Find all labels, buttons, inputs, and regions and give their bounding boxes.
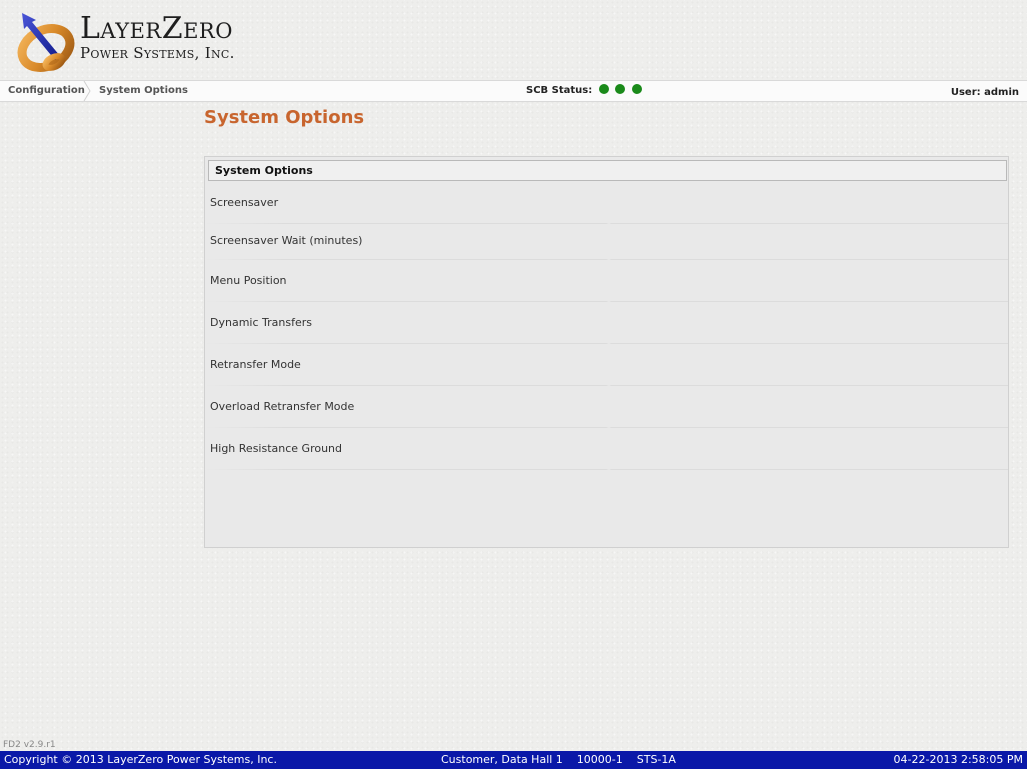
location-text: Customer, Data Hall 1 10000-1 STS-1A: [441, 753, 676, 766]
layerzero-logo-icon: [17, 13, 75, 72]
option-row-dynamic-transfers: Dynamic Transfers: [205, 302, 1008, 344]
scb-status-dot-2-icon: [615, 84, 626, 94]
system-options-panel: System Options Screensaver Screensaver W…: [204, 156, 1009, 548]
option-value-dynamic-transfers[interactable]: [615, 302, 1005, 344]
option-row-screensaver: Screensaver: [205, 182, 1008, 224]
option-label: Menu Position: [210, 274, 287, 287]
scb-status-dot-1-icon: [598, 84, 609, 94]
option-label: Retransfer Mode: [210, 358, 301, 371]
copyright-text: Copyright © 2013 LayerZero Power Systems…: [4, 753, 277, 766]
option-label: Screensaver Wait (minutes): [210, 234, 363, 247]
row-divider: [205, 469, 1008, 470]
option-row-screensaver-wait: Screensaver Wait (minutes): [205, 222, 1008, 260]
brand-name: LayerZero Power Systems, Inc.: [80, 14, 235, 61]
status-bar: Copyright © 2013 LayerZero Power Systems…: [0, 751, 1027, 769]
breadcrumb-system-options[interactable]: System Options: [99, 81, 188, 101]
scb-status: SCB Status:: [526, 81, 642, 101]
option-label: Screensaver: [210, 196, 279, 209]
datetime-text: 04-22-2013 2:58:05 PM: [893, 753, 1023, 766]
panel-header: System Options: [208, 160, 1007, 181]
nav-bar: Configuration System Options SCB Status:…: [0, 80, 1027, 102]
page-title: System Options: [204, 107, 365, 128]
option-label: Overload Retransfer Mode: [210, 400, 355, 413]
option-value-menu-position[interactable]: [615, 260, 1005, 302]
brand-logo: LayerZero Power Systems, Inc.: [14, 10, 274, 76]
breadcrumb-configuration[interactable]: Configuration: [8, 81, 85, 101]
brand-name-line1: LayerZero: [80, 11, 233, 46]
option-value-screensaver-wait[interactable]: [615, 222, 1005, 260]
option-value-screensaver[interactable]: [615, 182, 1005, 224]
scb-status-label: SCB Status:: [526, 85, 593, 96]
option-label: Dynamic Transfers: [210, 316, 312, 329]
option-row-retransfer-mode: Retransfer Mode: [205, 344, 1008, 386]
option-row-high-resistance-ground: High Resistance Ground: [205, 428, 1008, 470]
option-row-menu-position: Menu Position: [205, 260, 1008, 302]
brand-name-line2: Power Systems, Inc.: [80, 44, 235, 62]
option-row-overload-retransfer-mode: Overload Retransfer Mode: [205, 386, 1008, 428]
option-value-high-resistance-ground[interactable]: [615, 428, 1005, 470]
breadcrumb-separator-icon: [83, 81, 91, 101]
option-label: High Resistance Ground: [210, 442, 343, 455]
option-value-retransfer-mode[interactable]: [615, 344, 1005, 386]
scb-status-dot-3-icon: [631, 84, 642, 94]
option-value-overload-retransfer-mode[interactable]: [615, 386, 1005, 428]
user-label: User: admin: [950, 87, 1019, 98]
firmware-version: FD2 v2.9.r1: [3, 740, 56, 750]
